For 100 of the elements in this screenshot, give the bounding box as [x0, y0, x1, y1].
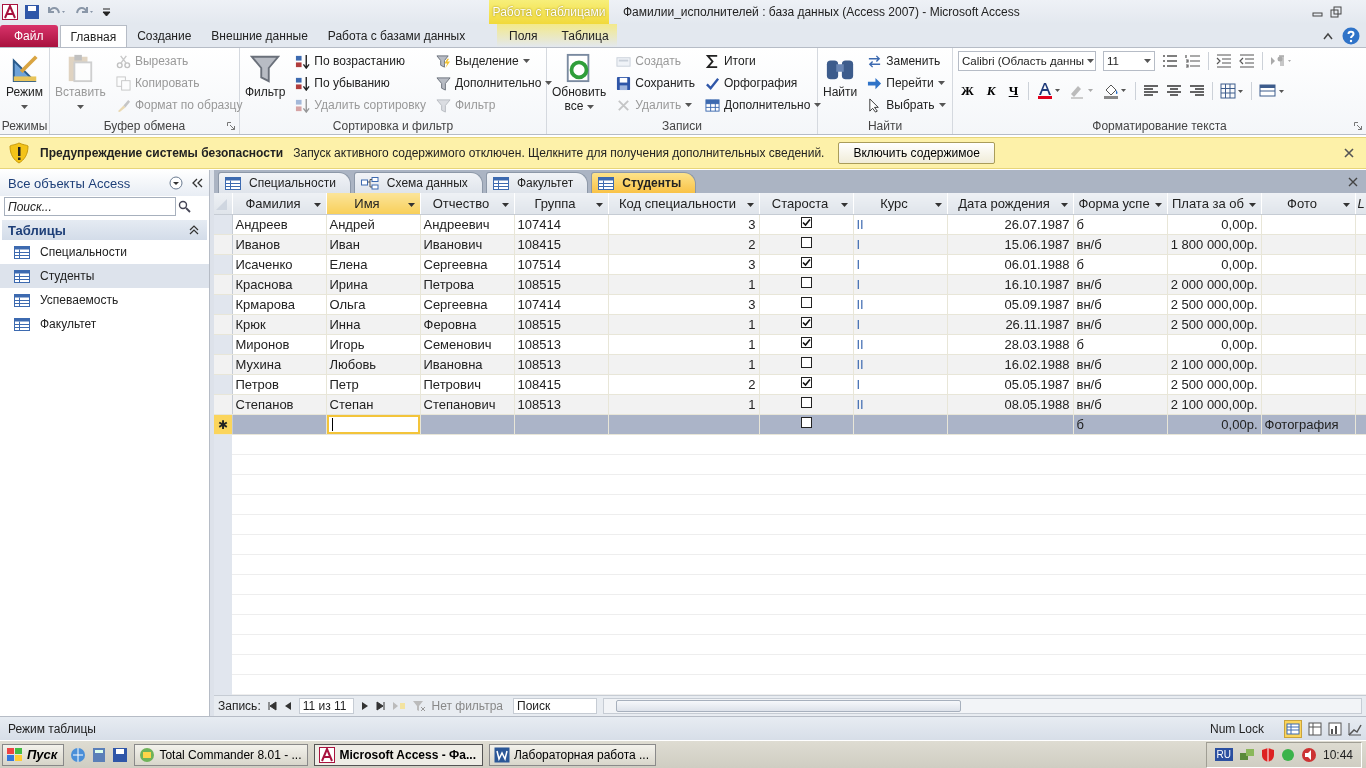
column-header[interactable]: Фото [1261, 193, 1355, 215]
column-header[interactable]: L [1355, 193, 1366, 215]
numbered-list-icon[interactable] [1185, 54, 1201, 68]
collapse-pane-icon[interactable] [191, 178, 203, 188]
text-style-button[interactable]: Ж [958, 83, 977, 99]
enable-content-button[interactable]: Включить содержимое [838, 142, 995, 164]
close-icon[interactable] [1348, 176, 1358, 187]
ribbon-button[interactable]: Найти [821, 50, 860, 99]
volume-icon[interactable] [1300, 746, 1317, 763]
ribbon-button[interactable]: Режим [3, 50, 46, 113]
text-style-button[interactable]: Ч [1005, 83, 1022, 99]
dropdown-arrow-icon[interactable] [1342, 203, 1350, 207]
dialog-launcher-icon[interactable] [227, 122, 235, 130]
font-size-field[interactable]: 11 [1103, 51, 1155, 71]
help-icon[interactable] [1342, 26, 1360, 45]
checkbox[interactable] [800, 237, 812, 248]
text-style-button[interactable]: К [983, 83, 999, 99]
dropdown-arrow-icon[interactable] [1060, 203, 1068, 207]
dialog-launcher-icon[interactable] [1354, 122, 1362, 130]
checkbox[interactable] [800, 277, 812, 288]
ribbon-button[interactable]: Орфография [703, 72, 824, 94]
search-field[interactable]: Поиск... [4, 197, 176, 216]
ribbon-tab[interactable]: Файл [0, 25, 58, 47]
dropdown-arrow-icon[interactable] [746, 203, 754, 207]
font-color-icon[interactable] [1036, 82, 1063, 100]
column-header[interactable]: Имя [326, 193, 420, 215]
ribbon-button[interactable]: Заменить [865, 50, 948, 72]
dropdown-arrow-icon[interactable] [595, 203, 603, 207]
checkbox[interactable] [800, 377, 812, 388]
checkbox[interactable] [800, 257, 812, 268]
ribbon-tab[interactable]: Таблица [549, 25, 621, 47]
column-header[interactable]: Дата рождения [947, 193, 1073, 215]
column-header[interactable]: Курс [853, 193, 947, 215]
column-header[interactable]: Форма успе [1073, 193, 1167, 215]
design-view-icon[interactable] [1348, 721, 1362, 736]
document-tab[interactable]: Специальности [218, 172, 351, 193]
dropdown-arrow-icon[interactable] [840, 203, 848, 207]
align-center-icon[interactable] [1166, 84, 1183, 98]
document-tab[interactable]: Схема данных [353, 172, 483, 193]
align-left-icon[interactable] [1143, 84, 1160, 98]
collapse-ribbon-icon[interactable] [1322, 30, 1334, 41]
bullet-list-icon[interactable] [1162, 54, 1178, 68]
customize-menu-icon[interactable] [102, 6, 111, 18]
checkbox[interactable] [800, 357, 812, 368]
align-right-icon[interactable] [1189, 84, 1206, 98]
nav-item[interactable]: Успеваемость [0, 288, 209, 312]
dropdown-circle-icon[interactable] [169, 176, 183, 190]
dropdown-arrow-icon[interactable] [1154, 203, 1162, 207]
dropdown-arrow-icon[interactable] [501, 203, 509, 207]
gridlines-icon[interactable] [1220, 83, 1245, 99]
record-position-field[interactable]: 11 из 11 [298, 698, 354, 714]
taskbar-app[interactable]: Лабораторная работа ... [489, 743, 656, 766]
ribbon-button[interactable]: Дополнительно [703, 94, 824, 116]
ribbon-button[interactable]: Перейти [865, 72, 948, 94]
column-header[interactable]: Отчество [420, 193, 514, 215]
dropdown-arrow-icon[interactable] [1248, 203, 1256, 207]
nav-item[interactable]: Студенты [0, 264, 209, 288]
ribbon-button[interactable]: Выбрать [865, 94, 948, 116]
datasheet-view-icon[interactable] [1284, 719, 1302, 738]
ribbon-button[interactable]: Фильтр [243, 50, 288, 99]
column-header[interactable]: Староста [759, 193, 853, 215]
checkbox[interactable] [800, 297, 812, 308]
pivot-table-icon[interactable] [1308, 721, 1322, 736]
security-warning-message[interactable]: Запуск активного содержимого отключен. Щелкните для получения дополнительных сведений. [293, 146, 825, 160]
ribbon-tab[interactable]: Поля [497, 25, 550, 47]
pivot-chart-icon[interactable] [1328, 721, 1342, 736]
ribbon-button[interactable]: Итоги [703, 50, 824, 72]
checkbox[interactable] [800, 337, 812, 348]
calculator-icon[interactable] [92, 746, 107, 763]
network-icon[interactable] [1238, 746, 1255, 763]
nav-item[interactable]: Специальности [0, 240, 209, 264]
horizontal-scrollbar[interactable] [603, 698, 1362, 714]
ribbon-button[interactable]: Сохранить [614, 72, 697, 94]
ribbon-tab[interactable]: Внешние данные [201, 25, 318, 47]
document-tab[interactable]: Факультет [485, 172, 589, 193]
indent-icon[interactable] [1216, 54, 1232, 68]
save-icon[interactable] [112, 746, 129, 763]
dropdown-arrow-icon[interactable] [407, 203, 415, 207]
start-button[interactable]: Пуск [2, 743, 65, 766]
document-tab[interactable]: Студенты [591, 172, 697, 193]
column-header[interactable]: Плата за об [1167, 193, 1261, 215]
nav-item[interactable]: Факультет [0, 312, 209, 336]
column-header[interactable]: Группа [514, 193, 608, 215]
taskbar-app[interactable]: Microsoft Access - Фа... [314, 743, 483, 766]
column-header[interactable]: Фамилия [232, 193, 326, 215]
cell-input[interactable] [326, 415, 419, 434]
checkbox[interactable] [800, 397, 812, 408]
dropdown-arrow-icon[interactable] [313, 203, 321, 207]
ribbon-tab[interactable]: Создание [127, 25, 202, 47]
font-name-field[interactable]: Calibri (Область данны [958, 51, 1096, 71]
search-field[interactable]: Поиск [513, 698, 598, 714]
language-indicator[interactable]: RU [1214, 748, 1233, 761]
save-icon[interactable] [24, 4, 40, 20]
outdent-icon[interactable] [1239, 54, 1255, 68]
collapse-section-icon[interactable] [189, 225, 199, 235]
ribbon-tab[interactable]: Работа с базами данных [317, 25, 476, 47]
taskbar-app[interactable]: Total Commander 8.01 - ... [134, 743, 309, 766]
shield-icon[interactable] [1260, 746, 1275, 763]
app-logo-icon[interactable] [2, 4, 18, 20]
ribbon-button[interactable]: По возрастанию [293, 50, 428, 72]
